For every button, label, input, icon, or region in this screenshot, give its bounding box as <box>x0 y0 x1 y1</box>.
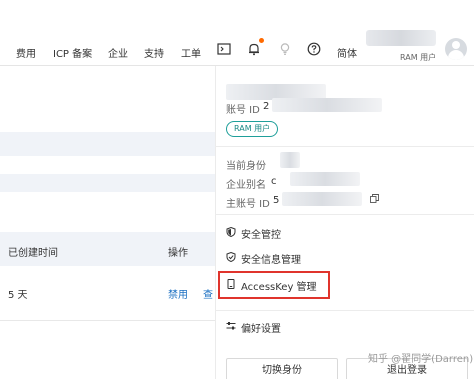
panel-divider <box>215 310 474 311</box>
preferences-icon <box>226 322 236 330</box>
column-header-created: 已创建时间 <box>8 248 58 259</box>
ram-user-tag: RAM 用户 <box>226 121 279 137</box>
switch-identity-button[interactable]: 切换身份 <box>226 358 338 379</box>
panel-divider <box>215 214 474 215</box>
query-link[interactable]: 查 <box>203 286 213 301</box>
shield-icon <box>226 227 236 237</box>
nav-item-enterprise[interactable]: 企业 <box>108 45 128 60</box>
nav-item-icp[interactable]: ICP 备案 <box>53 45 92 60</box>
nav-item-support[interactable]: 支持 <box>144 45 164 60</box>
bell-icon[interactable] <box>247 42 261 56</box>
highlight-box <box>218 271 330 299</box>
panel-divider <box>215 146 474 147</box>
terminal-icon[interactable] <box>217 42 231 56</box>
help-icon[interactable] <box>307 42 321 56</box>
copy-icon[interactable] <box>370 194 379 203</box>
notification-dot <box>259 38 264 43</box>
table-band <box>0 174 215 192</box>
account-name-blurred <box>366 30 436 46</box>
disable-link[interactable]: 禁用 <box>168 286 188 301</box>
main-account-blurred <box>282 192 362 206</box>
menu-item-preferences[interactable]: 偏好设置 <box>241 320 281 335</box>
nav-item-tickets[interactable]: 工单 <box>181 45 201 60</box>
table-band <box>0 132 215 156</box>
top-nav-bar: 费用 ICP 备案 企业 支持 工单 简体 RAM 用户 <box>0 0 474 66</box>
identity-blurred <box>280 152 300 168</box>
menu-item-security-info[interactable]: 安全信息管理 <box>241 251 301 266</box>
main-account-value: 5 <box>273 195 280 206</box>
language-switch[interactable]: 简体 <box>337 45 357 60</box>
avatar[interactable] <box>445 38 467 60</box>
column-header-action: 操作 <box>168 248 188 259</box>
user-role-label: RAM 用户 <box>400 53 437 62</box>
alias-blurred <box>290 172 360 186</box>
account-id-label: 账号 ID <box>226 105 260 116</box>
nav-item-billing[interactable]: 费用 <box>16 45 36 60</box>
security-info-icon <box>226 252 236 262</box>
account-id-value: 2 <box>263 101 270 112</box>
menu-item-security-control[interactable]: 安全管控 <box>241 226 281 241</box>
enterprise-alias-value: c <box>271 176 277 187</box>
enterprise-alias-label: 企业别名 <box>226 180 266 191</box>
watermark: 知乎 @翟同学(Darren) <box>368 354 474 365</box>
lightbulb-icon[interactable] <box>278 42 292 56</box>
row-divider <box>0 320 215 321</box>
account-id-blurred <box>272 98 382 112</box>
current-identity-label: 当前身份 <box>226 161 266 172</box>
cell-created-time: 5 天 <box>8 290 28 301</box>
main-account-label: 主账号 ID <box>226 199 270 210</box>
